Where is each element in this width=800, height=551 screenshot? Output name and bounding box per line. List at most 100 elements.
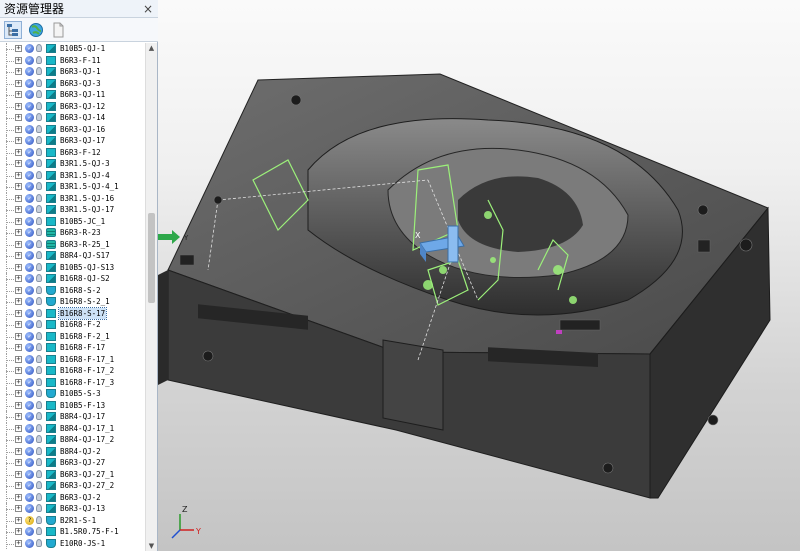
visibility-bulb-icon[interactable]: [36, 205, 42, 213]
visibility-bulb-icon[interactable]: [36, 504, 42, 512]
visibility-bulb-icon[interactable]: [36, 331, 42, 340]
visibility-bulb-icon[interactable]: [36, 228, 42, 236]
visibility-bulb-icon[interactable]: [36, 285, 42, 294]
3d-viewport[interactable]: X Y Z Y: [158, 0, 800, 551]
tree-item[interactable]: + ✓ B6R3-F-12: [0, 146, 145, 158]
tree-item[interactable]: + ✓ B6R3-R-23: [0, 227, 145, 239]
tree-item[interactable]: + ✓ B16R8-S-2_1: [0, 296, 145, 308]
scroll-up-icon[interactable]: ▲: [146, 43, 157, 53]
tree-item[interactable]: + ✓ B6R3-QJ-17: [0, 135, 145, 147]
visibility-bulb-icon[interactable]: [36, 136, 42, 144]
check-status-icon[interactable]: ✓: [25, 147, 34, 157]
check-status-icon[interactable]: ✓: [25, 297, 34, 306]
expand-icon[interactable]: +: [15, 137, 22, 144]
tree-item[interactable]: + ✓ B3R1.5-QJ-4: [0, 169, 145, 181]
tree-item[interactable]: + ✓ B8R4-QJ-S17: [0, 250, 145, 262]
document-icon[interactable]: [50, 21, 68, 39]
visibility-bulb-icon[interactable]: [36, 458, 42, 466]
tree-view-icon[interactable]: [4, 21, 22, 39]
visibility-bulb-icon[interactable]: [36, 297, 42, 305]
expand-icon[interactable]: +: [15, 401, 22, 409]
tree-item[interactable]: + ✓ B3R1.5-QJ-16: [0, 192, 145, 204]
check-status-icon[interactable]: ✓: [25, 458, 34, 467]
tree-item[interactable]: + ✓ B6R3-QJ-12: [0, 100, 145, 112]
expand-icon[interactable]: +: [15, 194, 22, 202]
check-status-icon[interactable]: ✓: [25, 400, 34, 410]
globe-icon[interactable]: [28, 21, 46, 39]
expand-icon[interactable]: +: [15, 482, 22, 489]
visibility-bulb-icon[interactable]: [36, 78, 42, 87]
tree-item[interactable]: + ✓ B3R1.5-QJ-3: [0, 158, 145, 170]
visibility-bulb-icon[interactable]: [36, 469, 42, 478]
visibility-bulb-icon[interactable]: [36, 320, 42, 328]
check-status-icon[interactable]: ✓: [25, 308, 34, 318]
visibility-bulb-icon[interactable]: [36, 251, 42, 259]
expand-icon[interactable]: +: [15, 413, 22, 420]
expand-icon[interactable]: +: [15, 378, 22, 386]
check-status-icon[interactable]: ✓: [25, 90, 34, 99]
expand-icon[interactable]: +: [15, 148, 22, 156]
expand-icon[interactable]: +: [15, 459, 22, 466]
scroll-down-icon[interactable]: ▼: [146, 541, 157, 551]
expand-icon[interactable]: +: [15, 68, 22, 75]
visibility-bulb-icon[interactable]: [36, 170, 42, 179]
visibility-bulb-icon[interactable]: [36, 481, 42, 489]
expand-icon[interactable]: +: [15, 528, 22, 535]
check-status-icon[interactable]: ✓: [25, 228, 34, 237]
check-status-icon[interactable]: ✓: [25, 101, 34, 111]
tree-item[interactable]: + ✓ B10B5-S-3: [0, 388, 145, 400]
expand-icon[interactable]: +: [15, 114, 22, 121]
expand-icon[interactable]: +: [15, 263, 22, 271]
expand-icon[interactable]: +: [15, 390, 22, 397]
tree-item[interactable]: + ✓ B3R1.5-QJ-17: [0, 204, 145, 216]
expand-icon[interactable]: +: [15, 332, 22, 340]
visibility-bulb-icon[interactable]: [36, 44, 42, 52]
expand-icon[interactable]: +: [15, 183, 22, 190]
expand-icon[interactable]: +: [15, 125, 22, 133]
visibility-bulb-icon[interactable]: [36, 492, 42, 501]
tree-item[interactable]: + ✓ B16R8-F-2: [0, 319, 145, 331]
check-status-icon[interactable]: ✓: [25, 136, 34, 145]
tree-item[interactable]: + ✓ B8R4-QJ-2: [0, 445, 145, 457]
check-status-icon[interactable]: ✓: [25, 504, 34, 513]
check-status-icon[interactable]: ✓: [25, 354, 34, 364]
expand-icon[interactable]: +: [15, 206, 22, 213]
check-status-icon[interactable]: ✓: [25, 412, 34, 421]
tree-item[interactable]: + ✓ B6R3-F-11: [0, 54, 145, 66]
check-status-icon[interactable]: ✓: [25, 423, 34, 433]
check-status-icon[interactable]: ✓: [25, 170, 34, 180]
expand-icon[interactable]: +: [15, 45, 22, 52]
tree-item[interactable]: + ✓ B6R3-QJ-27_2: [0, 480, 145, 492]
expand-icon[interactable]: +: [15, 309, 22, 317]
tree-scrollbar[interactable]: ▲ ▼: [145, 43, 157, 551]
expand-icon[interactable]: +: [15, 286, 22, 294]
visibility-bulb-icon[interactable]: [36, 377, 42, 386]
check-status-icon[interactable]: ✓: [25, 527, 34, 536]
expand-icon[interactable]: +: [15, 505, 22, 512]
tree-item[interactable]: + ✓ B16R8-F-17_2: [0, 365, 145, 377]
tree-item[interactable]: + ✓ B6R3-QJ-27: [0, 457, 145, 469]
tree-item[interactable]: + ✓ B10B5-QJ-1: [0, 43, 145, 55]
check-status-icon[interactable]: ✓: [25, 343, 34, 352]
check-status-icon[interactable]: ✓: [25, 538, 34, 548]
tree-item[interactable]: + ✓ B6R3-QJ-2: [0, 491, 145, 503]
check-status-icon[interactable]: ✓: [25, 113, 34, 122]
expand-icon[interactable]: +: [15, 171, 22, 179]
tree-item[interactable]: + ✓ B6R3-QJ-3: [0, 77, 145, 89]
visibility-bulb-icon[interactable]: [36, 343, 42, 351]
expand-icon[interactable]: +: [15, 91, 22, 98]
tree-item[interactable]: + ✓ B1.5R0.75-F-1: [0, 526, 145, 538]
visibility-bulb-icon[interactable]: [36, 435, 42, 443]
visibility-bulb-icon[interactable]: [36, 389, 42, 397]
tree-item[interactable]: + ✓ B16R8-S-17: [0, 306, 145, 320]
expand-icon[interactable]: +: [15, 229, 22, 236]
tree-item[interactable]: + ✓ B6R3-QJ-11: [0, 89, 145, 101]
expand-icon[interactable]: +: [15, 516, 22, 524]
expand-icon[interactable]: +: [15, 367, 22, 374]
visibility-bulb-icon[interactable]: [36, 446, 42, 455]
visibility-bulb-icon[interactable]: [36, 147, 42, 156]
tree-item[interactable]: +? B2R1-S-1: [0, 514, 145, 526]
visibility-bulb-icon[interactable]: [36, 90, 42, 98]
tree-item[interactable]: + ✓ B10B5-JC_1: [0, 215, 145, 227]
expand-icon[interactable]: +: [15, 252, 22, 259]
